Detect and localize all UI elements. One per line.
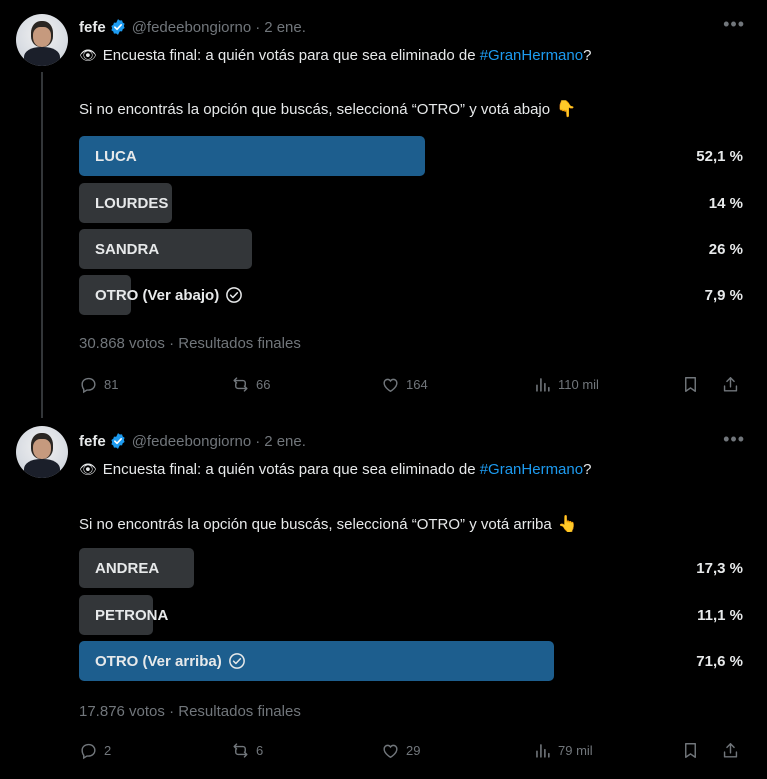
bookmark-icon bbox=[685, 377, 696, 392]
poll-option-label: LOURDES bbox=[95, 194, 169, 212]
hashtag-link[interactable]: #GranHermano bbox=[480, 461, 583, 478]
pointing-up-emoji: 👆 bbox=[557, 516, 578, 533]
repost-icon bbox=[233, 377, 248, 392]
tweet-1[interactable]: fefe @fedeebongiorno · 2 ene. ••• 👁 Encu… bbox=[0, 0, 767, 420]
tweet-text-line-1: 👁 Encuesta final: a quién votás para que… bbox=[79, 461, 591, 478]
poll-option-percent: 11,1 % bbox=[697, 606, 743, 624]
poll-option: LUCA 52,1 % bbox=[79, 136, 743, 176]
verified-badge-icon bbox=[111, 19, 125, 35]
tweet-text: Encuesta final: a quién votás para que s… bbox=[102, 47, 480, 64]
repost-button[interactable]: 66 bbox=[231, 375, 270, 394]
poll-option-label: OTRO (Ver abajo) bbox=[95, 275, 243, 315]
poll-option-percent: 7,9 % bbox=[704, 286, 743, 304]
poll-option-label: ANDREA bbox=[95, 559, 160, 577]
eye-icon: 👁 bbox=[79, 47, 97, 63]
author-name[interactable]: fefe bbox=[79, 433, 106, 450]
avatar[interactable] bbox=[16, 426, 68, 478]
avatar[interactable] bbox=[16, 14, 68, 66]
tweet-text: Encuesta final: a quién votás para que s… bbox=[102, 461, 480, 478]
tweet-date[interactable]: 2 ene. bbox=[264, 19, 306, 36]
poll-option-percent: 26 % bbox=[708, 240, 743, 258]
reply-button[interactable]: 2 bbox=[79, 741, 111, 760]
author-name[interactable]: fefe bbox=[79, 19, 106, 36]
action-bar: 2 6 29 79 mil bbox=[79, 741, 743, 763]
separator-dot: · bbox=[255, 18, 261, 36]
reply-button[interactable]: 81 bbox=[79, 375, 118, 394]
share-button[interactable] bbox=[721, 375, 740, 394]
share-button[interactable] bbox=[721, 741, 740, 760]
poll-option-label: LUCA bbox=[95, 147, 137, 165]
tweet-header: fefe @fedeebongiorno · 2 ene. bbox=[79, 432, 306, 450]
hashtag-link[interactable]: #GranHermano bbox=[480, 47, 583, 64]
separator-dot: · bbox=[255, 432, 261, 450]
tweet-2[interactable]: fefe @fedeebongiorno · 2 ene. ••• 👁 Encu… bbox=[0, 420, 767, 779]
like-icon bbox=[383, 744, 398, 759]
like-icon bbox=[383, 378, 398, 393]
bookmark-button[interactable] bbox=[681, 375, 700, 394]
poll-option: SANDRA 26 % bbox=[79, 229, 743, 269]
views-button[interactable]: 79 mil bbox=[533, 741, 593, 760]
tweet-text-line-2: Si no encontrás la opción que buscás, se… bbox=[79, 99, 576, 119]
author-handle[interactable]: @fedeebongiorno bbox=[132, 19, 252, 36]
poll-option-label: PETRONA bbox=[95, 606, 169, 624]
tweet-text-end: ? bbox=[583, 47, 592, 64]
views-button[interactable]: 110 mil bbox=[533, 375, 599, 394]
poll-status: Resultados finales bbox=[178, 335, 301, 352]
pointing-down-emoji: 👇 bbox=[556, 101, 577, 118]
poll-option-percent: 52,1 % bbox=[696, 147, 743, 165]
poll-option-percent: 71,6 % bbox=[696, 652, 743, 670]
repost-icon bbox=[233, 743, 248, 758]
poll-vote-count: 30.868 votos · Resultados finales bbox=[79, 335, 301, 352]
bookmark-button[interactable] bbox=[681, 741, 700, 760]
selected-check-icon bbox=[226, 287, 243, 303]
views-icon bbox=[536, 378, 550, 392]
poll-vote-count: 17.876 votos · Resultados finales bbox=[79, 703, 301, 720]
repost-button[interactable]: 6 bbox=[231, 741, 263, 760]
tweet-text-2: Si no encontrás la opción que buscás, se… bbox=[79, 515, 552, 533]
eye-icon: 👁 bbox=[79, 461, 97, 477]
more-options-icon[interactable]: ••• bbox=[723, 14, 745, 35]
more-options-icon[interactable]: ••• bbox=[723, 429, 745, 450]
poll-option-label: OTRO (Ver arriba) bbox=[95, 641, 246, 681]
like-button[interactable]: 29 bbox=[381, 741, 420, 760]
share-icon bbox=[723, 743, 738, 758]
poll-option-label: SANDRA bbox=[95, 240, 160, 258]
poll-option-percent: 14 % bbox=[708, 194, 743, 212]
poll-option: OTRO (Ver abajo) 7,9 % bbox=[79, 275, 743, 315]
tweet-text-line-2: Si no encontrás la opción que buscás, se… bbox=[79, 514, 578, 534]
verified-badge-icon bbox=[111, 433, 125, 449]
poll-option: PETRONA 11,1 % bbox=[79, 595, 743, 635]
selected-check-icon bbox=[228, 653, 245, 669]
tweet-text-2: Si no encontrás la opción que buscás, se… bbox=[79, 100, 551, 118]
tweet-text-line-1: 👁 Encuesta final: a quién votás para que… bbox=[79, 47, 591, 64]
views-icon bbox=[536, 744, 550, 758]
poll-status: Resultados finales bbox=[178, 703, 301, 720]
poll-option-percent: 17,3 % bbox=[696, 559, 743, 577]
poll-option: OTRO (Ver arriba) 71,6 % bbox=[79, 641, 743, 681]
author-handle[interactable]: @fedeebongiorno bbox=[132, 433, 252, 450]
bookmark-icon bbox=[685, 743, 696, 758]
share-icon bbox=[723, 377, 738, 392]
poll-option: LOURDES 14 % bbox=[79, 183, 743, 223]
like-button[interactable]: 164 bbox=[381, 375, 428, 394]
poll-option: ANDREA 17,3 % bbox=[79, 548, 743, 588]
tweet-text-end: ? bbox=[583, 461, 592, 478]
reply-icon bbox=[81, 377, 96, 394]
action-bar: 81 66 164 110 mil bbox=[79, 375, 743, 397]
tweet-header: fefe @fedeebongiorno · 2 ene. bbox=[79, 18, 306, 36]
reply-icon bbox=[81, 743, 96, 760]
tweet-date[interactable]: 2 ene. bbox=[264, 433, 306, 450]
